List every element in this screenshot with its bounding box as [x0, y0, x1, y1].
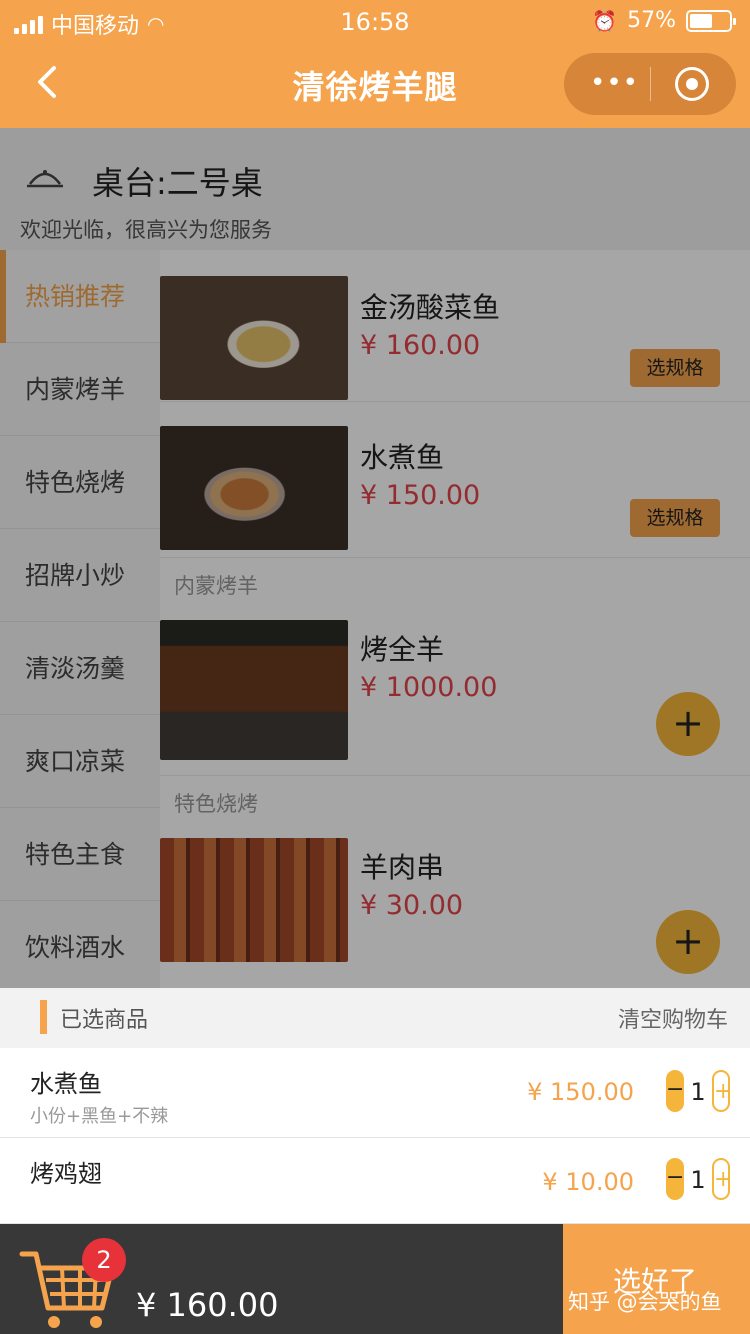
nav-bar: 清徐烤羊腿 •••	[0, 42, 750, 128]
increase-quantity-button[interactable]: +	[712, 1158, 732, 1200]
decrease-quantity-button[interactable]: −	[666, 1158, 684, 1200]
watermark: 知乎 @会哭的鱼	[568, 1290, 722, 1314]
battery-percent: 57%	[627, 8, 676, 33]
battery-icon	[686, 9, 736, 32]
target-circle-icon[interactable]	[675, 67, 709, 101]
confirm-order-button[interactable]: 选好了	[563, 1224, 750, 1334]
cart-item-name: 水煮鱼	[30, 1070, 102, 1098]
status-right: ⏰ 57%	[592, 8, 736, 33]
cart-title: 已选商品	[60, 1008, 149, 1033]
status-bar: 中国移动 ◠ 16:58 ⏰ 57%	[0, 0, 750, 42]
capsule-divider	[650, 67, 651, 101]
cart-count-badge: 2	[82, 1238, 126, 1282]
cart-backdrop[interactable]	[0, 128, 750, 988]
increase-quantity-button[interactable]: +	[712, 1070, 732, 1112]
cart-item-spec: 小份+黑鱼+不辣	[30, 1106, 169, 1127]
clear-cart-button[interactable]: 清空购物车	[618, 1002, 728, 1034]
more-dots-icon[interactable]: •••	[590, 69, 638, 99]
alarm-icon: ⏰	[592, 8, 618, 33]
battery-level	[690, 13, 712, 28]
cart-item-quantity: 1	[690, 1078, 706, 1106]
cart-item-price: ¥ 150.00	[527, 1078, 634, 1106]
cart-item-name: 烤鸡翅	[30, 1160, 102, 1188]
cart-total: ¥ 160.00	[136, 1286, 279, 1324]
checkout-bar: 2 ¥ 160.00 选好了	[0, 1224, 750, 1334]
decrease-quantity-button[interactable]: −	[666, 1070, 684, 1112]
top-bar: 中国移动 ◠ 16:58 ⏰ 57% 清徐烤羊腿 •••	[0, 0, 750, 128]
cart-item-price: ¥ 10.00	[542, 1168, 634, 1196]
cart-header: 已选商品 清空购物车	[0, 988, 750, 1048]
mini-program-capsule: •••	[564, 53, 736, 115]
cart-header-accent	[40, 1000, 47, 1034]
cart-item-quantity: 1	[690, 1166, 706, 1194]
cart-item: 烤鸡翅 ¥ 10.00 − 1 +	[0, 1138, 750, 1224]
cart-item: 水煮鱼 小份+黑鱼+不辣 ¥ 150.00 − 1 +	[0, 1048, 750, 1138]
